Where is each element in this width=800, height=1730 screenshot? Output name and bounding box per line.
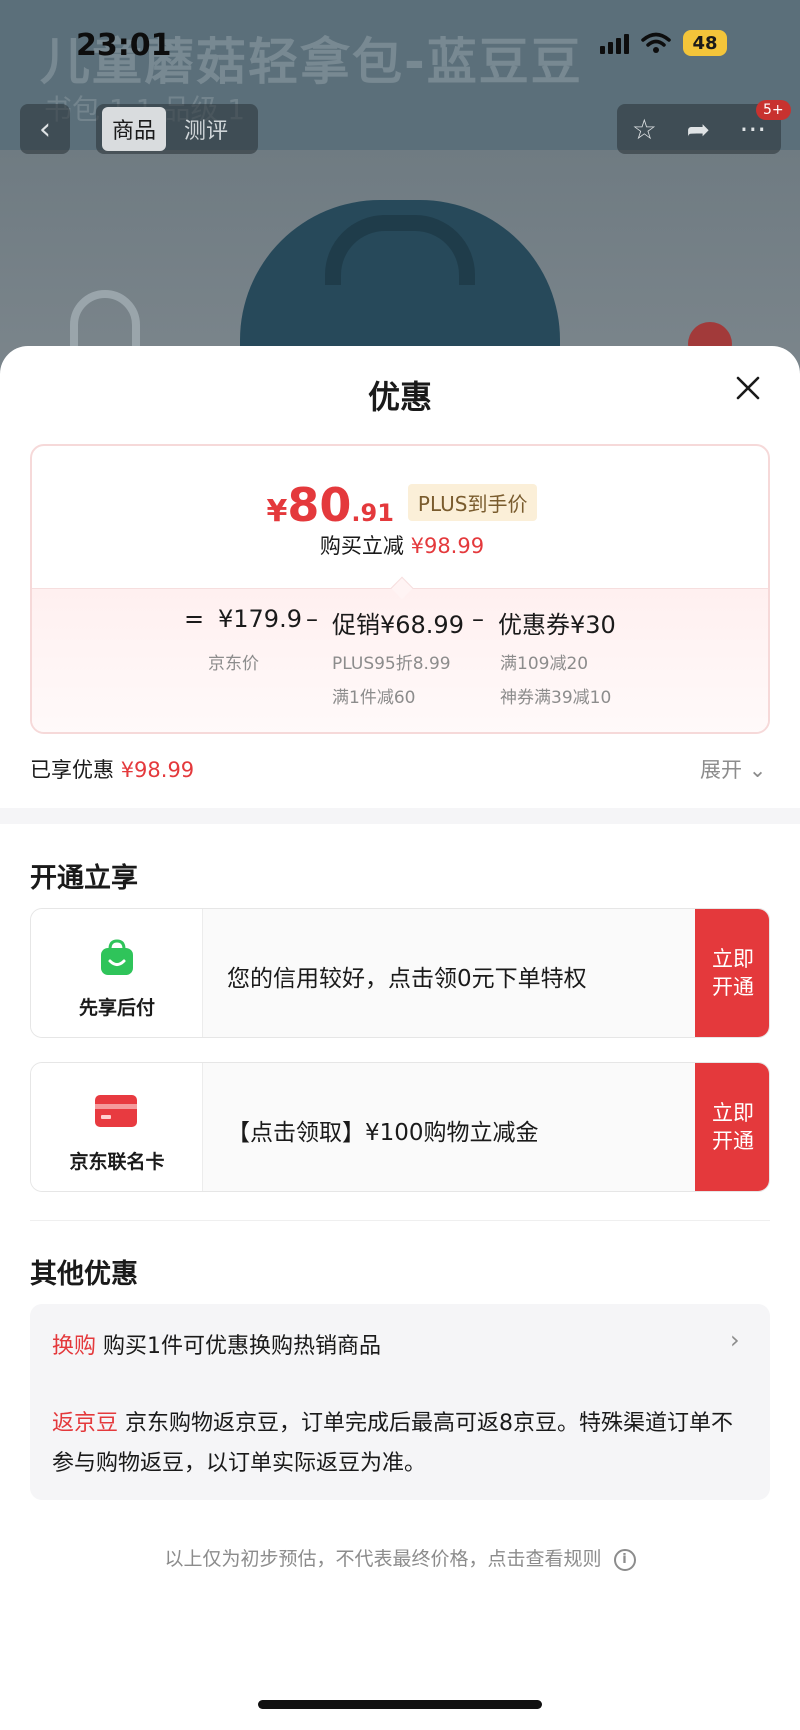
plus-price-tag: PLUS到手价 — [407, 484, 538, 521]
offer-name: 先享后付 — [78, 997, 155, 1019]
expand-label: 展开 — [700, 758, 742, 782]
button-line: 开通 — [712, 975, 754, 999]
product-page-background: 儿童蘑菇轻拿包-蓝豆豆 书包 1 1 品级 1 23:01 48 ‹ 商品 测评… — [0, 0, 800, 380]
open-now-button[interactable]: 立即 开通 — [695, 909, 769, 1037]
enjoyed-discount: 已享优惠 ¥98.99 — [30, 754, 194, 784]
jd-beans-offer: 返京豆 京东购物返京豆，订单完成后最高可返8京豆。特殊渠道订单不参与购物返豆，以… — [52, 1404, 752, 1484]
price-formula-area: = ¥179.9 – 促销¥68.99 – 优惠券¥30 京东价 PLUS95折… — [32, 588, 768, 732]
discount-sheet: 优惠 ¥ 80 .91 PLUS到手价 购买立减 ¥98.99 = ¥179.9… — [0, 346, 800, 1730]
close-button[interactable] — [728, 368, 768, 408]
reduce-summary: 购买立减 ¥98.99 — [32, 530, 768, 560]
price-currency: ¥ — [266, 494, 288, 529]
nav-tabs: 商品 测评 — [96, 104, 258, 154]
coupon-detail: 神券满39减10 — [500, 688, 612, 708]
battery-icon: 48 — [683, 30, 727, 56]
price-decimal: .91 — [351, 499, 394, 527]
equals-sign: = — [184, 605, 205, 633]
offer-co-branded-card[interactable]: 京东联名卡 【点击领取】¥100购物立减金 立即 开通 — [30, 1062, 770, 1192]
minus-sign: – — [306, 605, 318, 633]
credit-card-icon — [95, 1095, 137, 1127]
signal-icon — [600, 32, 629, 54]
enjoyed-value: ¥98.99 — [120, 758, 195, 782]
open-now-button[interactable]: 立即 开通 — [695, 1063, 769, 1191]
chevron-left-icon: ‹ — [39, 111, 51, 147]
tab-product[interactable]: 商品 — [102, 107, 167, 151]
offer-text: 您的信用较好，点击领0元下单特权 — [227, 966, 587, 992]
price-integer: 80 — [287, 478, 352, 532]
offer-pay-later[interactable]: 先享后付 您的信用较好，点击领0元下单特权 立即 开通 — [30, 908, 770, 1038]
reduce-label: 购买立减 — [319, 534, 404, 558]
button-line: 开通 — [712, 1129, 754, 1153]
status-icons: 48 — [600, 30, 727, 56]
tab-review[interactable]: 测评 — [174, 107, 238, 151]
promo-amount: 促销¥68.99 — [332, 611, 464, 639]
footnote-text: 以上仅为初步预估，不代表最终价格，点击查看规则 — [164, 1548, 602, 1570]
promo-detail: PLUS95折8.99 — [332, 654, 451, 674]
open-section-title: 开通立享 — [30, 863, 138, 894]
coupon-detail: 满109减20 — [500, 654, 589, 674]
offer-left-panel: 先享后付 — [31, 909, 203, 1037]
offer-name: 京东联名卡 — [69, 1151, 165, 1173]
divider — [30, 1220, 770, 1221]
other-section-title: 其他优惠 — [30, 1259, 138, 1290]
message-badge: 5+ — [756, 100, 791, 120]
close-icon — [736, 376, 760, 400]
section-divider — [0, 808, 800, 824]
info-icon: i — [613, 1548, 636, 1571]
share-icon[interactable]: ➦ — [686, 113, 709, 146]
star-icon[interactable]: ☆ — [632, 113, 657, 146]
chevron-down-icon: ⌄ — [748, 758, 767, 782]
chevron-right-icon[interactable]: › — [730, 1326, 740, 1354]
offer-tag: 换购 — [52, 1334, 97, 1359]
offer-text: 京东购物返京豆，订单完成后最高可返8京豆。特殊渠道订单不参与购物返豆，以订单实际… — [52, 1411, 734, 1476]
promo-detail: 满1件减60 — [332, 688, 416, 708]
base-price: ¥179.9 — [218, 605, 302, 633]
base-price-label: 京东价 — [208, 654, 259, 674]
wifi-icon — [641, 32, 671, 53]
reduce-value: ¥98.99 — [410, 534, 485, 558]
back-button[interactable]: ‹ — [20, 104, 70, 154]
home-indicator[interactable] — [258, 1700, 542, 1709]
enjoyed-label: 已享优惠 — [30, 758, 114, 782]
offer-left-panel: 京东联名卡 — [31, 1063, 203, 1191]
offer-text: 购买1件可优惠换购热销商品 — [103, 1334, 382, 1359]
status-time: 23:01 — [76, 28, 172, 63]
trade-in-offer[interactable]: 换购 购买1件可优惠换购热销商品 — [52, 1328, 381, 1360]
offer-text: 【点击领取】¥100购物立减金 — [227, 1120, 539, 1146]
coupon-amount: 优惠券¥30 — [498, 611, 616, 639]
minus-sign: – — [472, 605, 484, 633]
price-breakdown-card: ¥ 80 .91 PLUS到手价 购买立减 ¥98.99 = ¥179.9 – … — [30, 444, 770, 734]
offer-tag: 返京豆 — [52, 1411, 119, 1436]
expand-button[interactable]: 展开 ⌄ — [700, 754, 766, 784]
other-offers-box: 换购 购买1件可优惠换购热销商品 › 返京豆 京东购物返京豆，订单完成后最高可返… — [30, 1304, 770, 1500]
shopping-bag-icon — [101, 939, 133, 975]
final-price: ¥ 80 .91 PLUS到手价 — [32, 478, 768, 532]
button-line: 立即 — [712, 947, 754, 971]
rules-footnote[interactable]: 以上仅为初步预估，不代表最终价格，点击查看规则 i — [0, 1544, 800, 1571]
button-line: 立即 — [712, 1101, 754, 1125]
sheet-title: 优惠 — [367, 378, 432, 416]
